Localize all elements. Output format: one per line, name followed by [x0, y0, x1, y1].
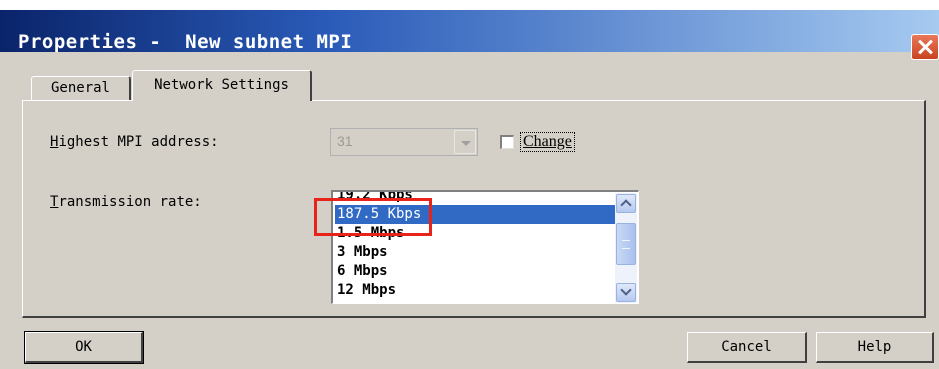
highest-mpi-address-label-text: ighest MPI address: — [58, 134, 219, 150]
cancel-button[interactable]: Cancel — [687, 332, 807, 363]
highest-mpi-address-value: 31 — [337, 133, 353, 149]
help-button[interactable]: Help — [816, 332, 934, 363]
rate-option[interactable]: 6 Mbps — [335, 262, 617, 281]
scroll-thumb[interactable] — [616, 223, 636, 265]
transmission-rate-label-text: ransmission rate: — [58, 194, 202, 210]
tab-network-settings-label: Network Settings — [154, 77, 289, 93]
scroll-up-icon[interactable] — [616, 194, 636, 213]
tab-network-settings[interactable]: Network Settings — [132, 70, 312, 101]
highest-mpi-address-label: Highest MPI address: — [50, 134, 219, 150]
listbox-scrollbar[interactable] — [615, 193, 637, 303]
tab-general[interactable]: General — [31, 76, 131, 100]
chevron-down-icon[interactable] — [454, 130, 476, 154]
transmission-rate-label: Transmission rate: — [50, 194, 202, 210]
rate-option[interactable]: 12 Mbps — [335, 281, 617, 300]
change-checkbox-label[interactable]: Change — [520, 132, 575, 152]
title-bar[interactable]: Properties - New subnet MPI — [0, 10, 939, 60]
tab-general-label: General — [50, 80, 110, 96]
highest-mpi-address-combo[interactable]: 31 — [330, 128, 478, 156]
change-checkbox[interactable] — [500, 135, 514, 149]
close-icon[interactable] — [911, 34, 939, 60]
rate-option[interactable]: 3 Mbps — [335, 243, 617, 262]
ok-button[interactable]: OK — [24, 331, 144, 364]
scroll-down-icon[interactable] — [616, 283, 636, 302]
annotation-highlight-box — [314, 198, 432, 236]
dialog-title: Properties - New subnet MPI — [18, 31, 353, 53]
